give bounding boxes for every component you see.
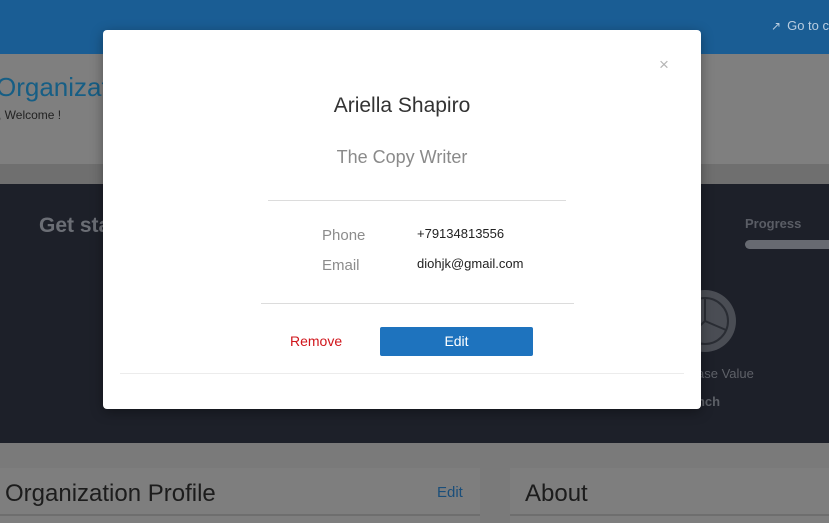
modal-footer-divider bbox=[120, 373, 684, 374]
organization-profile-edit-link[interactable]: Edit bbox=[437, 484, 463, 501]
contact-name: Ariella Shapiro bbox=[333, 94, 471, 117]
page-title: Organizati bbox=[0, 72, 115, 102]
phone-label: Phone bbox=[322, 227, 366, 244]
divider bbox=[510, 514, 829, 516]
contact-modal: × Ariella Shapiro The Copy Writer Phone … bbox=[103, 30, 701, 409]
goto-label: Go to c bbox=[787, 18, 829, 33]
section-gap bbox=[0, 443, 829, 468]
divider bbox=[261, 303, 574, 304]
goto-link[interactable]: ↗ Go to c bbox=[771, 18, 829, 33]
phone-value: +79134813556 bbox=[417, 226, 505, 241]
base-value-label: ase Value bbox=[697, 366, 754, 381]
progress-fill bbox=[745, 240, 829, 249]
share-icon: ↗ bbox=[771, 19, 782, 33]
about-title: About bbox=[525, 480, 588, 507]
organization-profile-card: Organization Profile Edit bbox=[0, 468, 480, 523]
remove-button[interactable]: Remove bbox=[290, 333, 342, 349]
progress-label: Progress bbox=[745, 216, 802, 231]
about-card: About bbox=[510, 468, 829, 523]
progress-bar bbox=[745, 240, 829, 249]
divider bbox=[268, 200, 566, 201]
edit-button[interactable]: Edit bbox=[380, 327, 533, 356]
email-label: Email bbox=[322, 257, 360, 274]
contact-role: The Copy Writer bbox=[336, 147, 468, 167]
get-started-heading: Get sta bbox=[39, 214, 111, 237]
divider bbox=[0, 514, 480, 516]
welcome-text: , Welcome ! bbox=[0, 108, 62, 122]
close-icon[interactable]: × bbox=[659, 56, 669, 73]
organization-profile-title: Organization Profile bbox=[5, 480, 216, 507]
email-value: diohjk@gmail.com bbox=[417, 256, 524, 271]
column-gap bbox=[480, 468, 510, 523]
